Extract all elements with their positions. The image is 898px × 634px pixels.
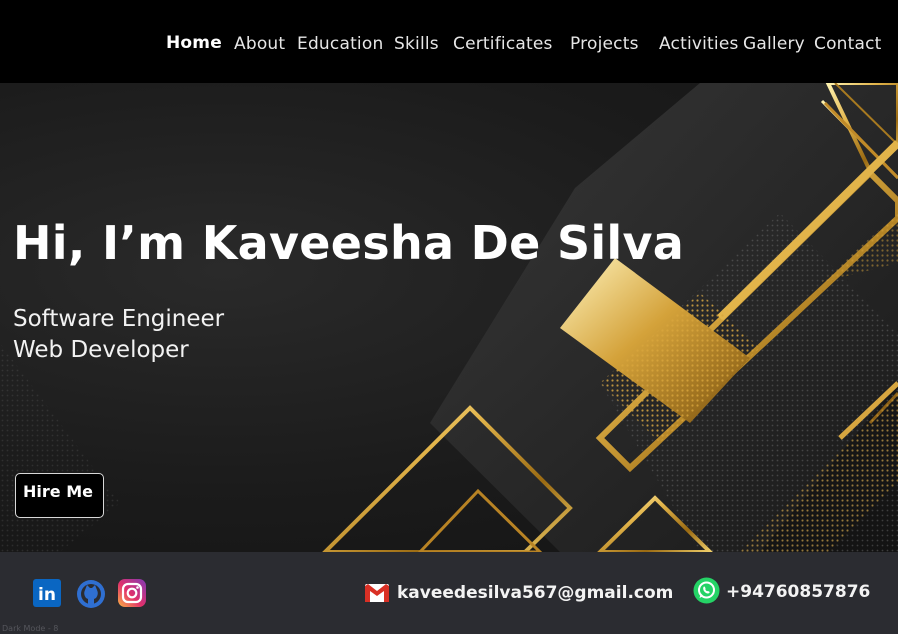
nav-home[interactable]: Home (166, 33, 222, 53)
role-software-engineer: Software Engineer (13, 306, 225, 332)
whatsapp-icon (693, 577, 720, 604)
hero-section: Hi, I’m Kaveesha De Silva Software Engin… (0, 83, 898, 552)
phone-number[interactable]: +94760857876 (726, 582, 870, 602)
svg-text:in: in (38, 585, 56, 605)
nav-gallery[interactable]: Gallery (743, 34, 805, 54)
nav-projects[interactable]: Projects (570, 34, 639, 54)
top-nav-bar: Home About Education Skills Certificates… (0, 0, 898, 83)
nav-certificates[interactable]: Certificates (453, 34, 553, 54)
nav-activities[interactable]: Activities (659, 34, 739, 54)
hero-title: Hi, I’m Kaveesha De Silva (13, 216, 685, 270)
footer-bar: in kaveedesilva567@gmail.com +9476085787… (0, 552, 898, 634)
instagram-icon[interactable] (118, 579, 146, 607)
hire-me-button[interactable]: Hire Me (15, 473, 104, 518)
linkedin-icon[interactable]: in (33, 579, 61, 607)
nav-about[interactable]: About (234, 34, 285, 54)
nav-skills[interactable]: Skills (394, 34, 439, 54)
gmail-icon (365, 584, 389, 602)
github-icon[interactable] (76, 579, 105, 608)
nav-education[interactable]: Education (297, 34, 383, 54)
nav-contact[interactable]: Contact (814, 34, 882, 54)
footer-note: Dark Mode - 8 (2, 624, 59, 633)
role-web-developer: Web Developer (13, 337, 189, 363)
email-address[interactable]: kaveedesilva567@gmail.com (397, 583, 673, 603)
